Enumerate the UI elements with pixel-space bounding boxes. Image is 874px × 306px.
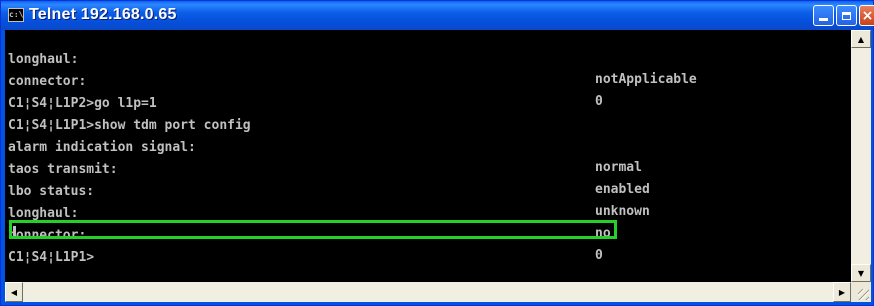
console-line-value: 0 xyxy=(595,248,603,263)
up-arrow-icon: ▲ xyxy=(857,34,865,44)
console-icon[interactable]: c:\ xyxy=(8,8,24,22)
vertical-scrollbar[interactable]: ▲ ▼ xyxy=(851,30,871,282)
window-title: Telnet 192.168.0.65 xyxy=(29,6,177,23)
close-icon: × xyxy=(861,7,874,24)
left-arrow-icon: ◀ xyxy=(10,287,18,297)
console-line: longhaul: notApplicable xyxy=(8,30,848,87)
minimize-button[interactable] xyxy=(813,5,834,26)
title-bar[interactable]: c:\ Telnet 192.168.0.65 × xyxy=(1,1,874,30)
text-cursor xyxy=(13,226,16,236)
scroll-up-button[interactable]: ▲ xyxy=(851,30,871,48)
scroll-down-button[interactable]: ▼ xyxy=(851,264,871,282)
console-line-text: C1¦S4¦L1P1> xyxy=(8,250,95,265)
console-line: C1¦S4¦L1P2>go l1p=1 xyxy=(8,74,848,111)
console-output[interactable]: longhaul: notApplicable connector: 0 C1¦… xyxy=(5,30,851,282)
horizontal-scrollbar[interactable]: ◀ ▶ xyxy=(5,282,851,302)
console-line: lbo status: unknown xyxy=(8,162,848,219)
console-line: C1¦S4¦L1P1>show tdm port config xyxy=(8,96,848,133)
console-line: longhaul: no xyxy=(8,184,848,241)
scroll-right-button[interactable]: ▶ xyxy=(833,282,851,302)
scroll-left-button[interactable]: ◀ xyxy=(5,282,23,302)
minimize-icon xyxy=(819,18,828,21)
resize-grip-icon[interactable] xyxy=(858,289,869,300)
console-line: alarm indication signal: normal xyxy=(8,118,848,175)
highlight-box xyxy=(9,220,617,239)
maximize-button[interactable] xyxy=(836,5,857,26)
telnet-window: c:\ Telnet 192.168.0.65 × longhaul: notA… xyxy=(0,0,874,306)
resize-corner[interactable] xyxy=(851,282,871,302)
down-arrow-icon: ▼ xyxy=(857,268,865,278)
close-button[interactable]: × xyxy=(859,5,874,26)
console-line: connector: 0 xyxy=(8,52,848,109)
right-arrow-icon: ▶ xyxy=(838,287,846,297)
maximize-icon xyxy=(842,11,851,20)
console-line: taos transmit: enabled xyxy=(8,140,848,197)
